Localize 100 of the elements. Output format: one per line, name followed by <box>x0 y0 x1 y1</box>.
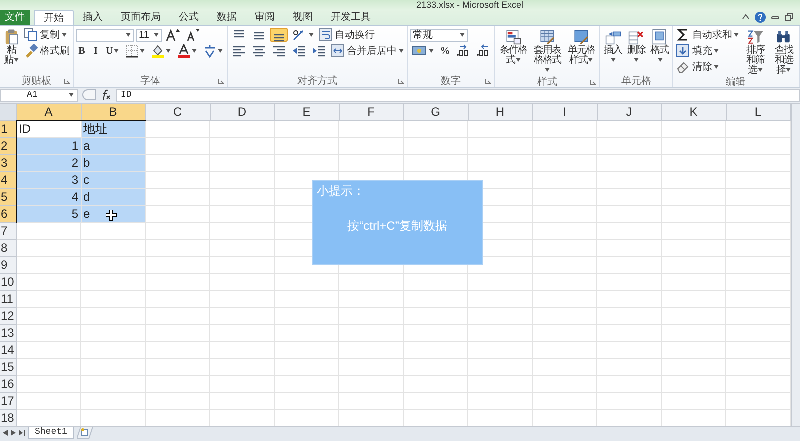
ribbon-button[interactable]: 条件格式 <box>497 28 530 67</box>
column-header[interactable]: H <box>468 104 533 121</box>
border-icon <box>125 44 140 58</box>
ribbon-tab[interactable]: 插入 <box>74 10 112 25</box>
file-menu-button[interactable]: 文件 <box>0 10 30 25</box>
wrap-text-icon <box>319 28 334 42</box>
indent-decrease-icon <box>292 44 306 58</box>
column-header[interactable]: E <box>275 104 340 121</box>
caret-icon <box>658 58 663 62</box>
table-cell: c <box>82 172 146 189</box>
ribbon-tab[interactable]: 公式 <box>170 10 208 25</box>
ribbon-button[interactable]: B <box>76 44 88 58</box>
column-header[interactable]: J <box>598 104 662 121</box>
formula-field[interactable]: ID <box>116 88 800 102</box>
ribbon-button[interactable]: 清除 <box>675 60 720 74</box>
sheet-tab[interactable]: Sheet1 <box>28 427 74 440</box>
ribbon-button[interactable]: 自动求和 <box>675 28 740 42</box>
caret-icon <box>309 33 314 38</box>
caret-icon <box>69 93 74 98</box>
ribbon-button[interactable]: 填充 <box>675 44 720 58</box>
paintbrush-icon <box>24 44 38 58</box>
row-header[interactable]: 7 <box>0 222 17 240</box>
caret-icon <box>714 49 720 54</box>
ribbon-button[interactable] <box>164 28 182 42</box>
ribbon-tab[interactable]: 数据 <box>208 10 246 25</box>
row-header[interactable]: 10 <box>0 274 17 291</box>
insert-function-icon <box>100 89 112 102</box>
column-header[interactable]: K <box>662 104 726 121</box>
group-label: 剪贴板 <box>22 76 52 87</box>
ribbon-button[interactable]: 格式 <box>649 28 670 67</box>
row-header[interactable]: 12 <box>0 308 17 325</box>
ribbon-button[interactable] <box>410 44 436 58</box>
caret-icon <box>460 33 466 38</box>
tip-title: 小提示： <box>317 184 365 199</box>
align-right-icon <box>272 44 286 58</box>
caret-icon <box>758 68 763 72</box>
indent-increase-icon <box>312 44 326 58</box>
caret-icon <box>399 49 404 54</box>
row-header[interactable]: 11 <box>0 290 17 308</box>
vertical-scrollbar[interactable] <box>791 104 800 426</box>
align-left-icon <box>232 44 246 58</box>
caret-icon <box>154 33 159 38</box>
ribbon-tab[interactable]: 开发工具 <box>322 10 380 25</box>
table-cell: 地址 <box>82 120 146 138</box>
eraser-icon <box>676 60 690 74</box>
ribbon-button[interactable]: U <box>104 44 122 58</box>
column-header[interactable]: D <box>210 104 275 121</box>
fill-color-icon <box>151 44 166 58</box>
ribbon-button[interactable]: % <box>438 44 452 58</box>
caret-icon <box>192 49 198 54</box>
column-header[interactable]: G <box>404 104 468 121</box>
delete-cells-icon <box>628 28 645 45</box>
column-header[interactable]: I <box>533 104 598 121</box>
group-label: 单元格 <box>621 76 652 87</box>
copy-icon <box>24 28 38 42</box>
ribbon-button[interactable]: I <box>90 44 102 58</box>
caret-icon <box>588 58 594 62</box>
ribbon-tab[interactable]: 开始 <box>34 10 74 25</box>
row-header[interactable]: 13 <box>0 324 17 342</box>
row-header[interactable]: 17 <box>0 392 17 410</box>
ribbon-button[interactable]: 自动换行 <box>318 28 376 42</box>
column-header[interactable]: F <box>340 104 404 121</box>
row-header[interactable]: 15 <box>0 358 17 376</box>
table-cell: b <box>82 154 146 172</box>
caret-icon <box>14 58 19 62</box>
combo-field[interactable]: 11 <box>136 28 162 42</box>
help-icon <box>755 12 766 23</box>
ribbon-button[interactable]: 查找和选择 <box>770 28 797 77</box>
combo-field[interactable] <box>76 28 134 42</box>
ribbon-button[interactable] <box>149 44 174 58</box>
caret-icon <box>545 68 550 72</box>
name-box[interactable]: A1 <box>0 88 78 102</box>
caret-icon <box>516 58 521 62</box>
column-header[interactable]: L <box>726 104 791 121</box>
ribbon-button[interactable]: 排序和筛选 <box>742 28 769 77</box>
row-header[interactable]: 18 <box>0 410 17 426</box>
column-header[interactable]: B <box>82 104 146 121</box>
ribbon-button[interactable] <box>175 44 200 58</box>
toggle-button[interactable] <box>270 28 288 42</box>
caret-icon <box>634 58 640 62</box>
ribbon-button[interactable]: 单元格样式 <box>565 28 598 67</box>
ribbon-tab[interactable]: 审阅 <box>246 10 284 25</box>
ribbon-button[interactable]: 合并后居中 <box>330 44 406 58</box>
ribbon-button[interactable] <box>123 44 148 58</box>
ribbon-button[interactable]: 格式刷 <box>23 44 71 58</box>
ribbon-button[interactable]: 插入 <box>602 28 624 67</box>
ribbon-tab[interactable]: 页面布局 <box>112 10 170 25</box>
combo-field[interactable]: 常规 <box>410 28 468 42</box>
ribbon-tab[interactable]: 视图 <box>284 10 322 25</box>
ribbon-button[interactable]: 复制 <box>23 28 68 42</box>
ribbon-button[interactable]: 粘贴 <box>2 28 21 67</box>
cell-style-icon <box>572 28 590 45</box>
row-header[interactable]: 8 <box>0 240 17 257</box>
column-header[interactable]: C <box>146 104 210 121</box>
column-header[interactable]: A <box>17 104 82 121</box>
row-header[interactable]: 16 <box>0 376 17 393</box>
row-header[interactable]: 14 <box>0 342 17 359</box>
ribbon-button[interactable]: 删除 <box>626 28 647 67</box>
ribbon-button[interactable]: 套用表格格式 <box>531 28 564 77</box>
row-header[interactable]: 9 <box>0 256 17 274</box>
